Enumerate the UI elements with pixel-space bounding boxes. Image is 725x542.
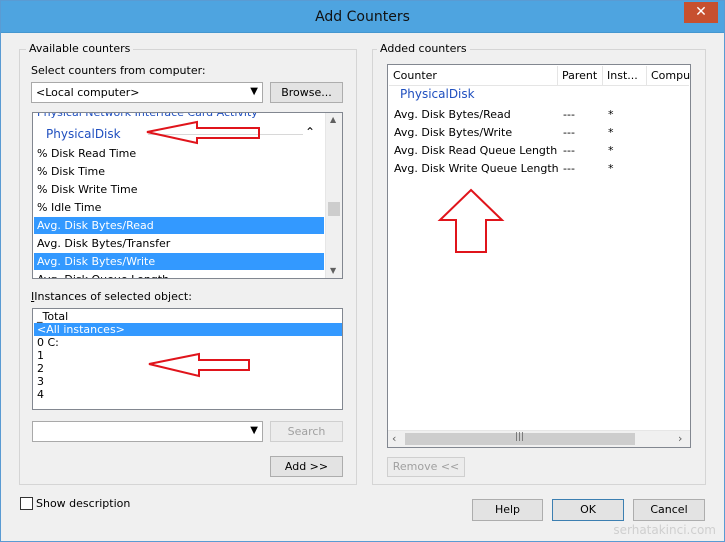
annotation-arrow-left-category bbox=[146, 120, 260, 145]
annotation-arrows bbox=[146, 120, 505, 378]
add-counters-dialog: Add Counters ✕ Available counters Select… bbox=[0, 0, 725, 542]
annotation-arrow-up-added bbox=[437, 188, 505, 253]
annotation-arrow-left-instances bbox=[148, 352, 250, 378]
